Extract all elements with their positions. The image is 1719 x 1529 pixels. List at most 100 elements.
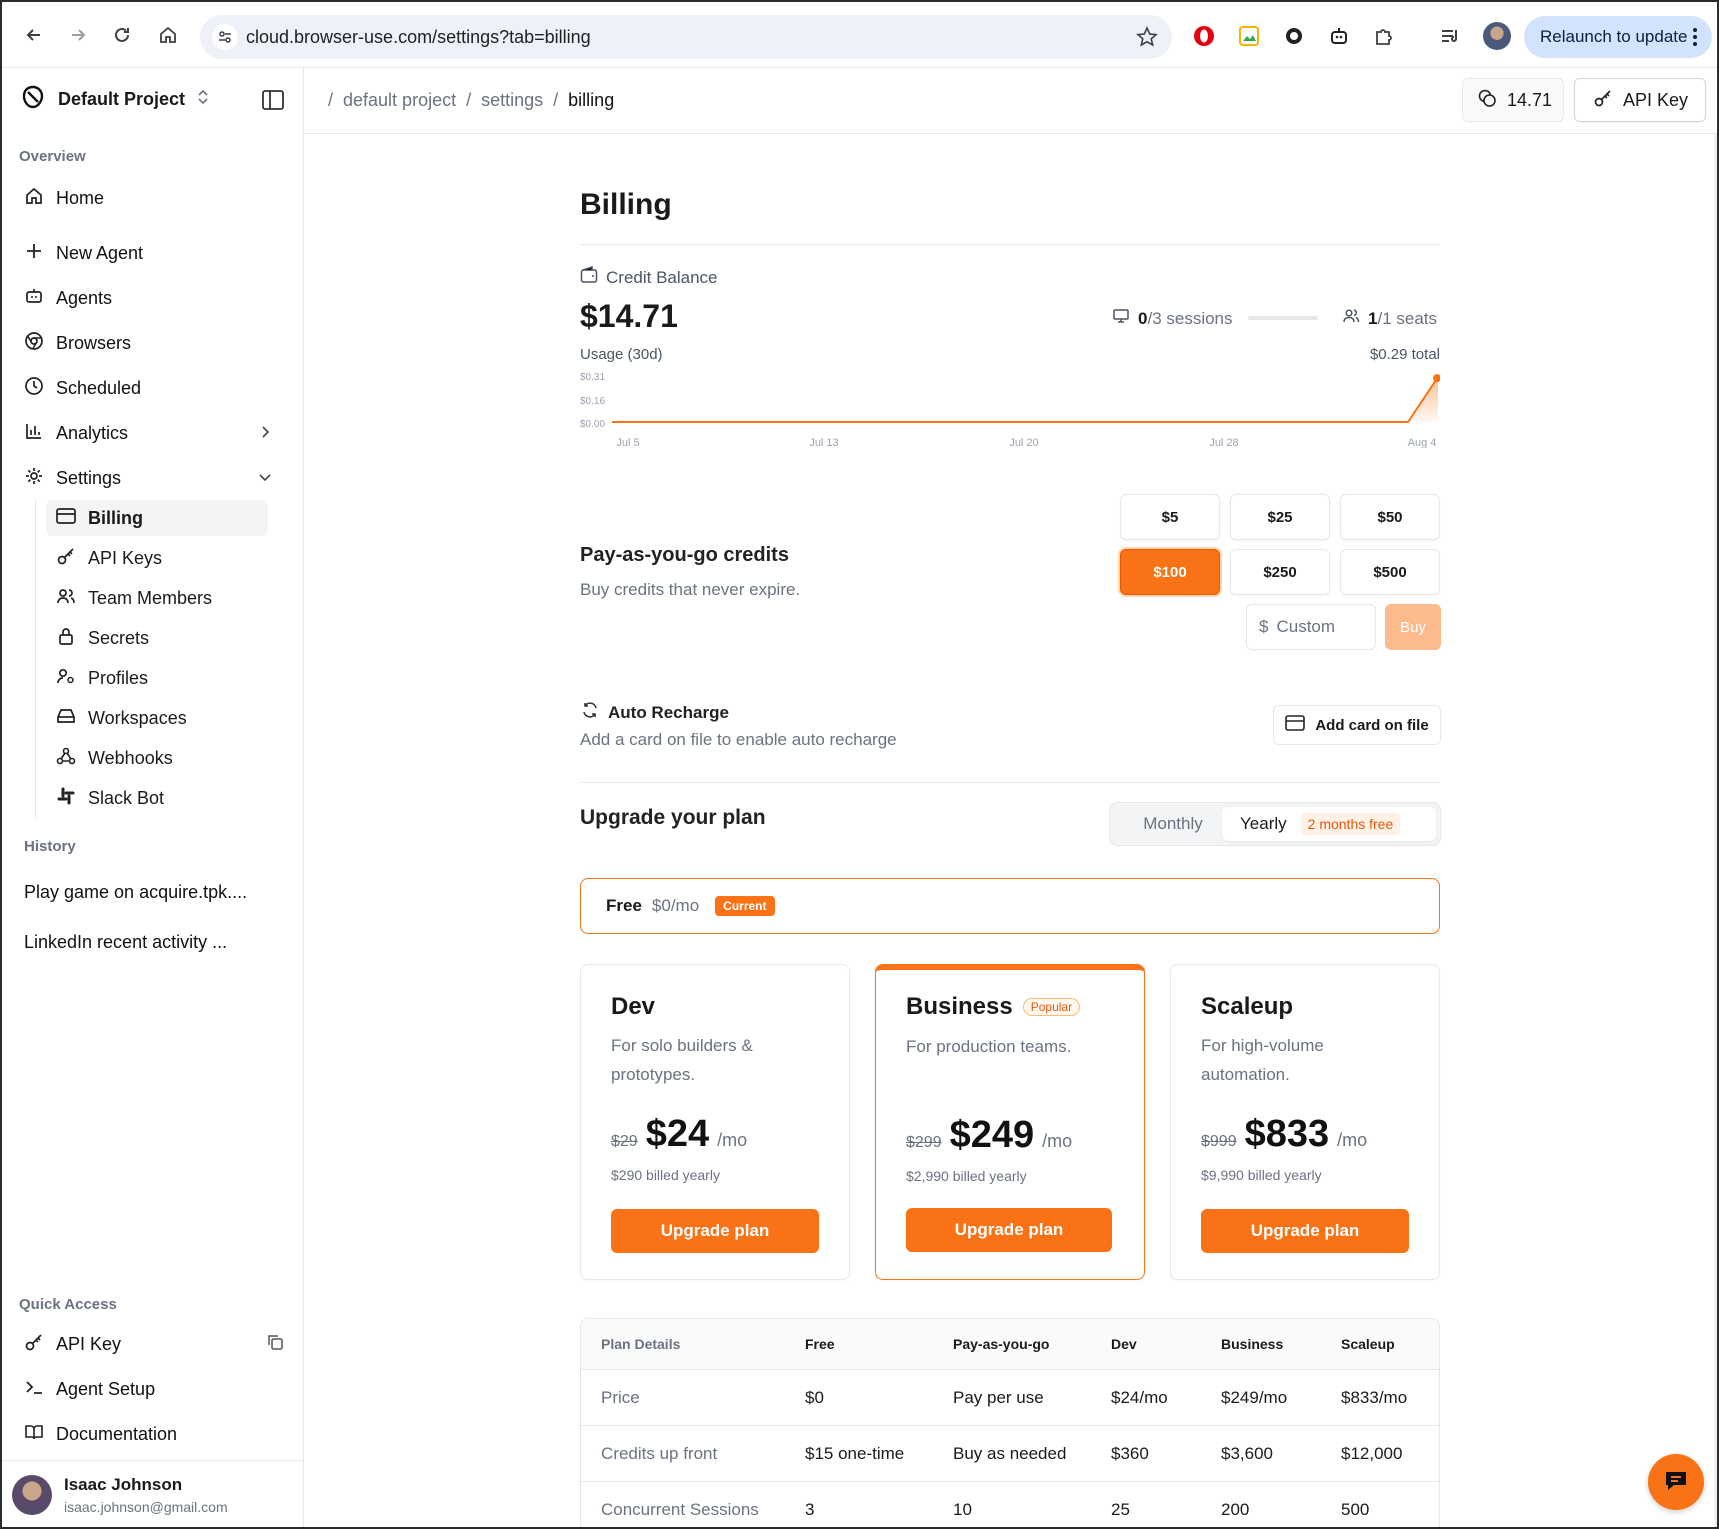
quick-access-api-key[interactable]: API Key — [18, 1325, 283, 1363]
sidebar-item-label: New Agent — [56, 242, 144, 263]
add-card-button[interactable]: Add card on file — [1273, 705, 1441, 745]
breadcrumb-separator: / — [553, 90, 559, 110]
page-title: Billing — [580, 188, 672, 221]
sidebar-item-workspaces[interactable]: Workspaces — [46, 700, 268, 736]
profile-avatar[interactable] — [1483, 22, 1511, 50]
sidebar-item-scheduled[interactable]: Scheduled — [18, 369, 278, 407]
sidebar: Default Project Overview Home New Agent … — [2, 68, 304, 1527]
sidebar-item-billing[interactable]: Billing — [46, 500, 268, 536]
bookmark-star-icon[interactable] — [1136, 26, 1158, 53]
puzzle-extensions-icon[interactable] — [1372, 24, 1396, 48]
amount-500-button[interactable]: $500 — [1340, 549, 1440, 595]
site-info-icon[interactable] — [212, 24, 238, 50]
sidebar-item-new-agent[interactable]: New Agent — [18, 234, 278, 272]
buy-button[interactable]: Buy — [1385, 604, 1441, 650]
amount-250-button[interactable]: $250 — [1230, 549, 1330, 595]
sidebar-item-agents[interactable]: Agents — [18, 279, 278, 317]
slack-icon — [56, 786, 76, 811]
relaunch-button[interactable]: Relaunch to update — [1524, 16, 1712, 58]
usage-point — [1433, 374, 1440, 383]
opera-extension-icon[interactable] — [1192, 24, 1216, 48]
chat-icon — [1662, 1466, 1690, 1499]
y-tick-label: $0.16 — [580, 396, 605, 407]
address-bar[interactable]: cloud.browser-use.com/settings?tab=billi… — [200, 15, 1172, 59]
key-icon — [24, 1332, 44, 1357]
bot-icon — [24, 286, 44, 311]
sidebar-item-webhooks[interactable]: Webhooks — [46, 740, 268, 776]
monthly-option[interactable]: Monthly — [1124, 807, 1222, 841]
sidebar-item-home[interactable]: Home — [18, 179, 278, 217]
sidebar-item-browsers[interactable]: Browsers — [18, 324, 278, 362]
current-plan-badge: Current — [715, 896, 775, 916]
history-item[interactable]: LinkedIn recent activity ... — [24, 932, 227, 953]
bot-extension-icon[interactable] — [1327, 24, 1351, 48]
credit-balance-text: Credit Balance — [606, 267, 718, 287]
table-cell: $360 — [1111, 1443, 1149, 1463]
user-profile[interactable]: Isaac Johnson isaac.johnson@gmail.com — [2, 1460, 304, 1527]
sidebar-item-settings[interactable]: Settings — [18, 459, 278, 497]
photo-extension-icon[interactable] — [1237, 24, 1261, 48]
table-cell: Credits up front — [601, 1443, 718, 1463]
plan-price: $249 — [949, 1114, 1035, 1156]
breadcrumb-project[interactable]: default project — [343, 90, 456, 111]
sidebar-item-secrets[interactable]: Secrets — [46, 620, 268, 656]
custom-amount-input[interactable]: $ Custom — [1246, 604, 1376, 650]
seats-usage: 1/1 seats — [1342, 307, 1437, 330]
table-header-row: Plan Details Free Pay-as-you-go Dev Busi… — [581, 1319, 1439, 1369]
yearly-option[interactable]: Yearly 2 months free — [1222, 807, 1436, 841]
history-item[interactable]: Play game on acquire.tpk.... — [24, 882, 247, 903]
sidebar-item-label: Agents — [56, 287, 113, 308]
quick-access-documentation[interactable]: Documentation — [18, 1415, 278, 1453]
plan-period: /mo — [717, 1130, 748, 1150]
plan-period: /mo — [1337, 1130, 1368, 1150]
column-header: Plan Details — [601, 1336, 681, 1352]
x-tick-label: Jul 13 — [809, 437, 838, 448]
sidebar-item-label: Settings — [56, 467, 122, 488]
forward-icon[interactable] — [64, 21, 92, 49]
sidebar-item-slack-bot[interactable]: Slack Bot — [46, 780, 268, 816]
credits-button[interactable]: 14.71 — [1462, 78, 1564, 122]
reload-icon[interactable] — [108, 21, 136, 49]
x-tick-label: Jul 5 — [616, 437, 639, 448]
sidebar-item-label: Billing — [88, 507, 143, 528]
breadcrumb: / default project / settings / billing — [328, 90, 614, 111]
amount-100-button[interactable]: $100 — [1120, 549, 1220, 595]
browser-use-logo-icon — [20, 84, 46, 115]
more-vertical-icon[interactable] — [1692, 26, 1698, 53]
upgrade-plan-button[interactable]: Upgrade plan — [1201, 1209, 1409, 1253]
sidebar-item-team-members[interactable]: Team Members — [46, 580, 268, 616]
amount-5-button[interactable]: $5 — [1120, 494, 1220, 540]
key-icon — [56, 546, 76, 571]
plan-card-dev: Dev For solo builders & prototypes. $29 … — [580, 964, 850, 1280]
chat-support-button[interactable] — [1648, 1454, 1704, 1510]
sidebar-item-label: Home — [56, 187, 105, 208]
upgrade-plan-button[interactable]: Upgrade plan — [906, 1208, 1112, 1252]
refresh-icon — [580, 700, 600, 725]
usage-label: Usage (30d) — [580, 346, 663, 363]
breadcrumb-settings[interactable]: settings — [481, 90, 543, 111]
amount-50-button[interactable]: $50 — [1340, 494, 1440, 540]
page-scrollbar[interactable] — [1714, 134, 1717, 1527]
divider — [580, 782, 1440, 783]
upgrade-plan-button[interactable]: Upgrade plan — [611, 1209, 819, 1253]
project-name: Default Project — [58, 89, 186, 109]
api-key-button[interactable]: API Key — [1574, 78, 1706, 122]
copy-icon[interactable] — [266, 1333, 284, 1356]
amount-25-button[interactable]: $25 — [1230, 494, 1330, 540]
monitor-icon — [1112, 307, 1130, 330]
quick-access-agent-setup[interactable]: Agent Setup — [18, 1370, 278, 1408]
home-page-icon[interactable] — [154, 21, 182, 49]
sidebar-toggle-icon[interactable] — [262, 90, 284, 115]
sidebar-item-analytics[interactable]: Analytics — [18, 414, 278, 452]
submenu-divider — [35, 499, 36, 819]
user-name: Isaac Johnson — [64, 1475, 183, 1494]
back-icon[interactable] — [20, 21, 48, 49]
gear-extension-icon[interactable] — [1282, 24, 1306, 48]
terminal-icon — [24, 1377, 44, 1402]
sidebar-item-api-keys[interactable]: API Keys — [46, 540, 268, 576]
sidebar-item-profiles[interactable]: Profiles — [46, 660, 268, 696]
project-switcher[interactable]: Default Project — [20, 84, 209, 115]
sidebar-item-label: Scheduled — [56, 377, 142, 398]
chevron-down-icon — [258, 468, 272, 489]
media-queue-icon[interactable] — [1438, 24, 1462, 48]
